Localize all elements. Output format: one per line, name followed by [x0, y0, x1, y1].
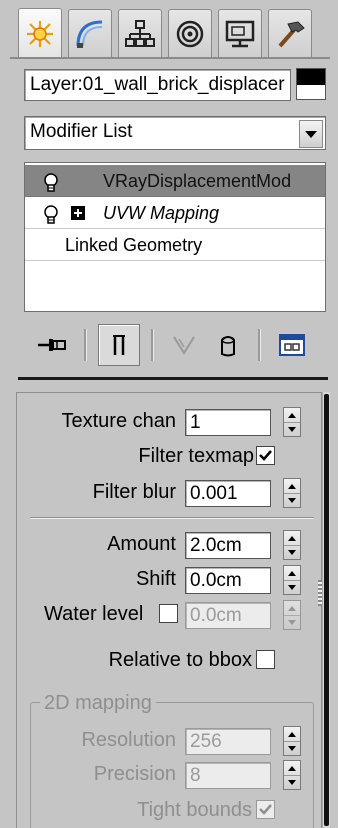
remove-modifier-button[interactable] [210, 328, 246, 362]
sun-icon [27, 20, 53, 47]
configure-sets-icon [279, 334, 305, 356]
hierarchy-tab[interactable] [118, 9, 162, 57]
filter-blur-field[interactable]: 0.001 [185, 480, 271, 507]
make-unique-button[interactable] [166, 328, 202, 362]
checkmark-icon [259, 450, 272, 461]
toolbar-separator [258, 329, 261, 361]
object-name-field[interactable]: Layer:01_wall_brick_displacer [24, 69, 291, 101]
precision-label: Precision [93, 763, 176, 785]
amount-spinner[interactable] [283, 530, 301, 560]
texture-chan-label: Texture chan [61, 410, 176, 432]
create-tab[interactable] [18, 8, 62, 58]
motion-tab[interactable] [168, 9, 212, 57]
checkmark-icon [259, 804, 272, 815]
shift-field[interactable]: 0.0cm [185, 567, 271, 594]
precision-spinner[interactable] [283, 760, 301, 790]
stack-item-vraydisplacementmod[interactable]: VRayDisplacementMod [25, 165, 325, 197]
modify-tab[interactable] [68, 9, 112, 57]
tight-bounds-label: Tight bounds [137, 799, 252, 821]
pin-stack-button[interactable] [34, 328, 70, 362]
texture-chan-field[interactable]: 1 [185, 409, 271, 436]
resolution-field[interactable]: 256 [185, 728, 271, 755]
chevron-down-icon[interactable] [299, 120, 323, 148]
toolbar-separator [84, 329, 87, 361]
display-tab[interactable] [218, 9, 262, 57]
water-level-checkbox[interactable] [159, 604, 178, 623]
hammer-icon [278, 20, 305, 47]
stack-item-label: Linked Geometry [65, 235, 203, 255]
modifier-list-dropdown[interactable]: Modifier List [24, 116, 326, 150]
show-end-result-button[interactable] [98, 324, 140, 366]
monitor-icon [225, 20, 255, 47]
tight-bounds-checkbox[interactable] [256, 800, 275, 819]
object-color-fill [297, 69, 325, 85]
expand-plus-icon[interactable] [71, 206, 85, 220]
end-result-icon [113, 335, 125, 355]
precision-field[interactable]: 8 [185, 762, 271, 789]
modify-curve-icon [76, 20, 103, 48]
utilities-tab[interactable] [268, 9, 312, 57]
toolbar-separator [151, 329, 154, 361]
modifier-list-value: Modifier List [30, 121, 133, 142]
shift-label: Shift [135, 568, 176, 590]
scroll-grip [318, 580, 322, 606]
section-separator [30, 517, 314, 519]
configure-modifier-sets-button[interactable] [272, 328, 312, 362]
water-level-spinner[interactable] [283, 600, 301, 630]
amount-label: Amount [107, 533, 176, 555]
scrollbar-thumb[interactable] [324, 394, 329, 826]
object-color-swatch[interactable] [296, 68, 326, 100]
rollout-scrollbar[interactable] [322, 392, 330, 828]
stack-item-uvw-mapping[interactable]: UVW Mapping [25, 197, 325, 229]
modifier-stack-list[interactable]: VRayDisplacementMod UVW Mapping Linked G… [24, 162, 326, 312]
filter-blur-spinner[interactable] [283, 478, 301, 508]
stack-item-label: UVW Mapping [103, 203, 220, 223]
stack-item-linked-geometry[interactable]: Linked Geometry [25, 229, 325, 261]
motion-circle-icon [176, 20, 204, 47]
filter-texmap-label: Filter texmap [138, 445, 254, 467]
amount-field[interactable]: 2.0cm [185, 532, 271, 559]
relative-to-bbox-label: Relative to bbox [108, 649, 252, 671]
resolution-spinner[interactable] [283, 726, 301, 756]
filter-texmap-checkbox[interactable] [256, 446, 275, 465]
water-level-field[interactable]: 0.0cm [185, 602, 271, 629]
texture-chan-spinner[interactable] [283, 407, 301, 437]
relative-to-bbox-checkbox[interactable] [256, 650, 275, 669]
make-unique-icon [173, 336, 195, 355]
filter-blur-label: Filter blur [92, 481, 176, 503]
hierarchy-icon [125, 19, 155, 47]
remove-modifier-icon [221, 336, 235, 357]
2d-mapping-group-label: 2D mapping [40, 690, 156, 716]
pin-icon [38, 339, 66, 351]
shift-spinner[interactable] [283, 565, 301, 595]
stack-item-label: VRayDisplacementMod [103, 171, 292, 191]
resolution-label: Resolution [81, 729, 176, 751]
water-level-label: Water level [44, 603, 144, 625]
